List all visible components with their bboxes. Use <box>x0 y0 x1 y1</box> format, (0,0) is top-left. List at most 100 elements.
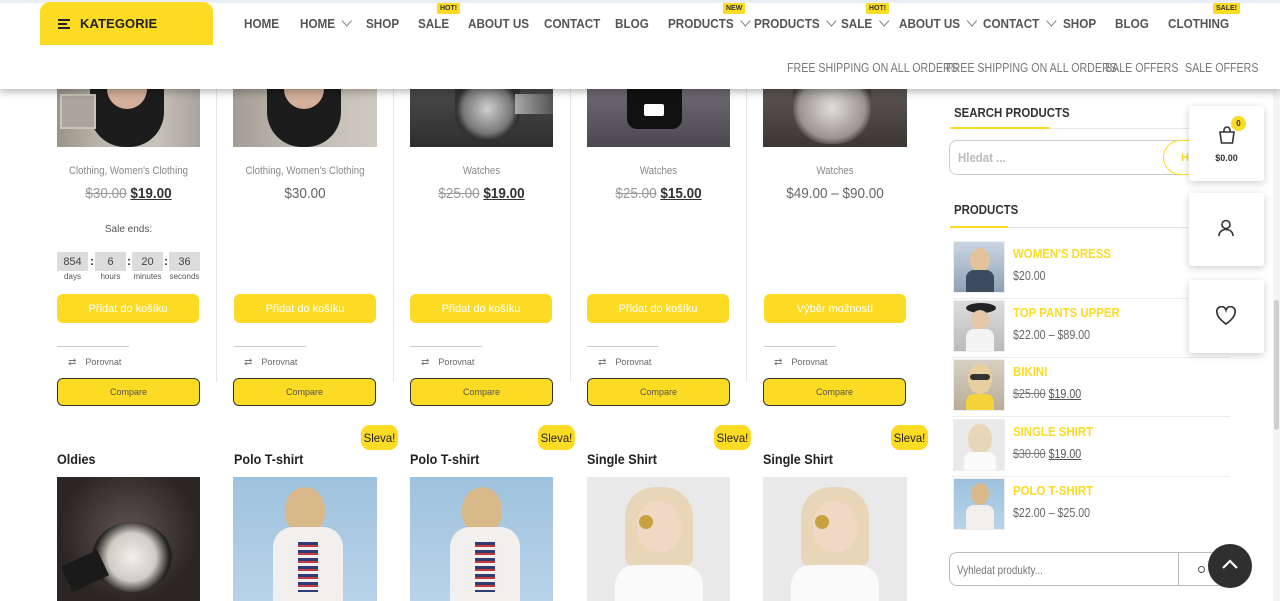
product-categories[interactable]: Clothing, Women's Clothing <box>66 165 192 177</box>
nav-label: PRODUCTS <box>754 16 820 31</box>
product-image[interactable] <box>233 89 377 147</box>
category-menu-button[interactable]: KATEGORIE <box>40 2 213 45</box>
product-image[interactable] <box>410 89 553 147</box>
product-title[interactable]: Polo T-shirt <box>410 451 479 467</box>
hot-badge: HOT! <box>866 3 890 14</box>
add-to-cart-button[interactable]: Přidat do košíku <box>410 294 552 323</box>
sale-offers-link[interactable]: SALE OFFERS <box>1185 60 1258 75</box>
free-shipping-link[interactable]: FREE SHIPPING ON ALL ORDERS <box>787 60 958 75</box>
product-thumbnail[interactable] <box>953 241 1005 293</box>
new-badge: NEW <box>723 3 746 14</box>
compare-link[interactable]: ⇄ Porovnat <box>421 357 474 368</box>
add-to-cart-button[interactable]: Přidat do košíku <box>234 294 376 323</box>
nav-products-2[interactable]: PRODUCTS <box>754 15 837 31</box>
nav-clothing[interactable]: CLOTHING <box>1168 16 1229 31</box>
compare-link[interactable]: ⇄ Porovnat <box>774 357 827 368</box>
product-categories[interactable]: Watches <box>772 165 899 177</box>
sale-offers-link[interactable]: SALE OFFERS <box>1105 60 1178 75</box>
sidebar-product[interactable]: BIKINI $25.00 $19.00 <box>952 358 1230 417</box>
scroll-to-top-button[interactable] <box>1208 544 1252 588</box>
compare-button[interactable]: Compare <box>587 378 730 406</box>
compare-icon: ⇄ <box>244 357 253 368</box>
nav-about-us[interactable]: ABOUT US <box>468 16 529 31</box>
nav-about-us-2[interactable]: ABOUT US <box>899 15 977 31</box>
sale-price: $19.00 <box>1048 386 1082 401</box>
sale-badge: Sleva! <box>537 425 576 450</box>
nav-blog-2[interactable]: BLOG <box>1115 16 1149 31</box>
product-price: $20.00 <box>1013 268 1046 283</box>
product-name[interactable]: TOP PANTS UPPER <box>1013 305 1120 320</box>
nav-home[interactable]: HOME <box>244 16 279 31</box>
product-name[interactable]: WOMEN'S DRESS <box>1013 246 1111 261</box>
product-image[interactable] <box>57 477 200 601</box>
product-categories[interactable]: Watches <box>596 165 722 177</box>
nav-label: PRODUCTS <box>668 16 734 31</box>
nav-shop-2[interactable]: SHOP <box>1063 16 1096 31</box>
product-categories[interactable]: Clothing, Women's Clothing <box>242 165 369 177</box>
nav-label: ABOUT US <box>468 16 530 31</box>
nav-sale[interactable]: SALE <box>418 16 449 31</box>
product-categories[interactable]: Watches <box>419 165 545 177</box>
product-title[interactable]: Polo T-shirt <box>234 451 303 467</box>
product-image[interactable] <box>763 477 907 601</box>
nav-products[interactable]: PRODUCTS <box>668 15 751 31</box>
heart-icon <box>1215 306 1237 326</box>
nav-sale-2[interactable]: SALE <box>841 15 889 31</box>
compare-button[interactable]: Compare <box>763 378 906 406</box>
free-shipping-link[interactable]: FREE SHIPPING ON ALL ORDERS <box>946 60 1117 75</box>
add-to-cart-button[interactable]: Přidat do košíku <box>57 294 199 323</box>
product-price: $30.00 $19.00 <box>1013 446 1081 461</box>
sidebar-product[interactable]: POLO T-SHIRT $22.00 – $25.00 <box>952 477 1230 536</box>
menu-icon <box>58 18 70 29</box>
compare-button[interactable]: Compare <box>410 378 553 406</box>
sale-badge: Sleva! <box>713 425 752 450</box>
product-image[interactable] <box>763 89 907 147</box>
sidebar-product[interactable]: SINGLE SHIRT $30.00 $19.00 <box>952 418 1230 477</box>
product-price: $30.00 $19.00 <box>64 185 193 202</box>
product-name[interactable]: POLO T-SHIRT <box>1013 483 1093 498</box>
countdown-unit: seconds <box>169 272 200 281</box>
compare-link[interactable]: ⇄ Porovnat <box>598 357 651 368</box>
countdown-colon: : <box>127 254 131 268</box>
scrollbar-thumb[interactable] <box>1274 300 1279 430</box>
compare-button[interactable]: Compare <box>57 378 200 406</box>
sale-badge: Sleva! <box>890 425 929 450</box>
search-placeholder: Hledat ... <box>958 150 1006 165</box>
product-thumbnail[interactable] <box>953 359 1005 411</box>
compare-link[interactable]: ⇄ Porovnat <box>68 357 121 368</box>
product-price: $25.00 $15.00 <box>594 185 723 202</box>
product-thumbnail[interactable] <box>953 419 1005 471</box>
product-image[interactable] <box>233 477 377 601</box>
countdown-colon: : <box>164 254 168 268</box>
product-image[interactable] <box>410 477 553 601</box>
select-options-button[interactable]: Výběr možností <box>764 294 906 323</box>
floating-cart[interactable]: 0 $0.00 <box>1189 106 1264 181</box>
nav-home-dropdown[interactable]: HOME <box>300 15 352 31</box>
nav-contact-2[interactable]: CONTACT <box>983 15 1057 31</box>
divider <box>234 346 306 347</box>
product-image[interactable] <box>57 89 200 147</box>
nav-shop[interactable]: SHOP <box>366 16 399 31</box>
product-name[interactable]: SINGLE SHIRT <box>1013 424 1093 439</box>
nav-blog[interactable]: BLOG <box>615 16 649 31</box>
product-thumbnail[interactable] <box>953 478 1005 530</box>
product-title[interactable]: Oldies <box>57 451 96 467</box>
product-image[interactable] <box>587 477 730 601</box>
product-title[interactable]: Single Shirt <box>763 451 833 467</box>
product-name[interactable]: BIKINI <box>1013 364 1047 379</box>
old-price: $30.00 <box>85 185 127 202</box>
old-price: $25.00 <box>438 185 480 202</box>
product-image[interactable] <box>587 89 730 147</box>
column-divider <box>570 89 571 382</box>
column-divider <box>393 89 394 382</box>
product-title[interactable]: Single Shirt <box>587 451 657 467</box>
compare-button[interactable]: Compare <box>233 378 376 406</box>
old-price: $25.00 <box>615 185 657 202</box>
add-to-cart-button[interactable]: Přidat do košíku <box>587 294 729 323</box>
divider <box>764 346 836 347</box>
floating-account-button[interactable] <box>1189 193 1264 266</box>
floating-wishlist-button[interactable] <box>1189 280 1264 353</box>
compare-link[interactable]: ⇄ Porovnat <box>244 357 297 368</box>
product-thumbnail[interactable] <box>953 300 1005 352</box>
nav-contact[interactable]: CONTACT <box>544 16 600 31</box>
